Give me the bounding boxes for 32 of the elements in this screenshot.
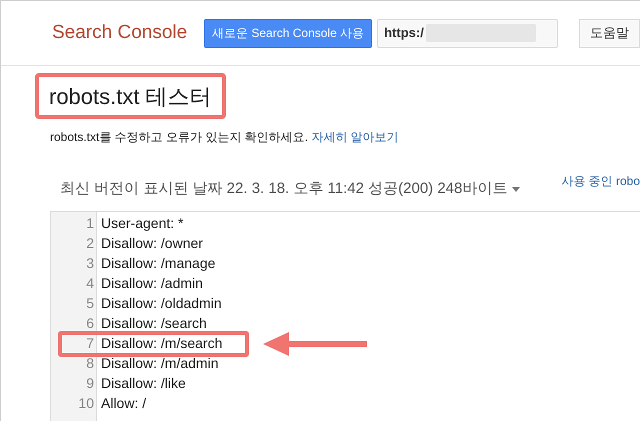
line-number: 6 (85, 314, 95, 333)
code-line: User-agent: * (101, 214, 184, 233)
live-robots-link[interactable]: 사용 중인 robo (561, 172, 640, 190)
line-number: 9 (85, 374, 95, 393)
page-title: robots.txt 테스터 (35, 73, 226, 119)
help-button[interactable]: 도움말 (579, 18, 640, 48)
learn-more-link[interactable]: 자세히 알아보기 (311, 130, 399, 144)
url-field[interactable]: https:/ (377, 18, 558, 48)
line-number: 1 (85, 214, 95, 233)
code-line: Disallow: /like (101, 374, 186, 393)
line-number: 3 (85, 254, 95, 273)
line-number: 2 (85, 234, 95, 253)
code-line: Disallow: /manage (101, 254, 216, 273)
line-number: 5 (85, 294, 95, 313)
code-line: Disallow: /admin (101, 274, 203, 293)
line-number: 7 (85, 334, 95, 353)
caret-icon (512, 186, 520, 192)
version-dropdown[interactable]: 최신 버전이 표시된 날짜 22. 3. 18. 오후 11:42 성공(200) 248바이트 (60, 178, 520, 200)
code-line: Disallow: /owner (101, 234, 203, 253)
url-text: https:/ (384, 24, 424, 42)
arrow-icon (263, 330, 367, 356)
code-line: Disallow: /oldadmin (101, 294, 222, 313)
code-line: Allow: / (101, 394, 146, 413)
app-logo[interactable]: Search Console (52, 18, 196, 48)
line-number: 4 (85, 274, 95, 293)
line-number: 8 (85, 354, 95, 373)
line-number: 10 (77, 394, 95, 413)
code-line: Disallow: /m/search (101, 334, 222, 353)
code-editor[interactable]: 1 User-agent: * 2 Disallow: /owner 3 Disallow: /manage 4 Disallow: /admin 5 Disallow: /oldadmin 6 Disallow: /search 7 Disallow: /m/search 8 Disallow: /m/admin 9 Disallow: /like 10 Allow: / (50, 210, 640, 421)
code-line: Disallow: /m/admin (101, 354, 218, 373)
description-text: robots.txt를 수정하고 오류가 있는지 확인하세요. 자세히 알아보기 (50, 129, 400, 146)
code-line: Disallow: /search (101, 314, 207, 333)
